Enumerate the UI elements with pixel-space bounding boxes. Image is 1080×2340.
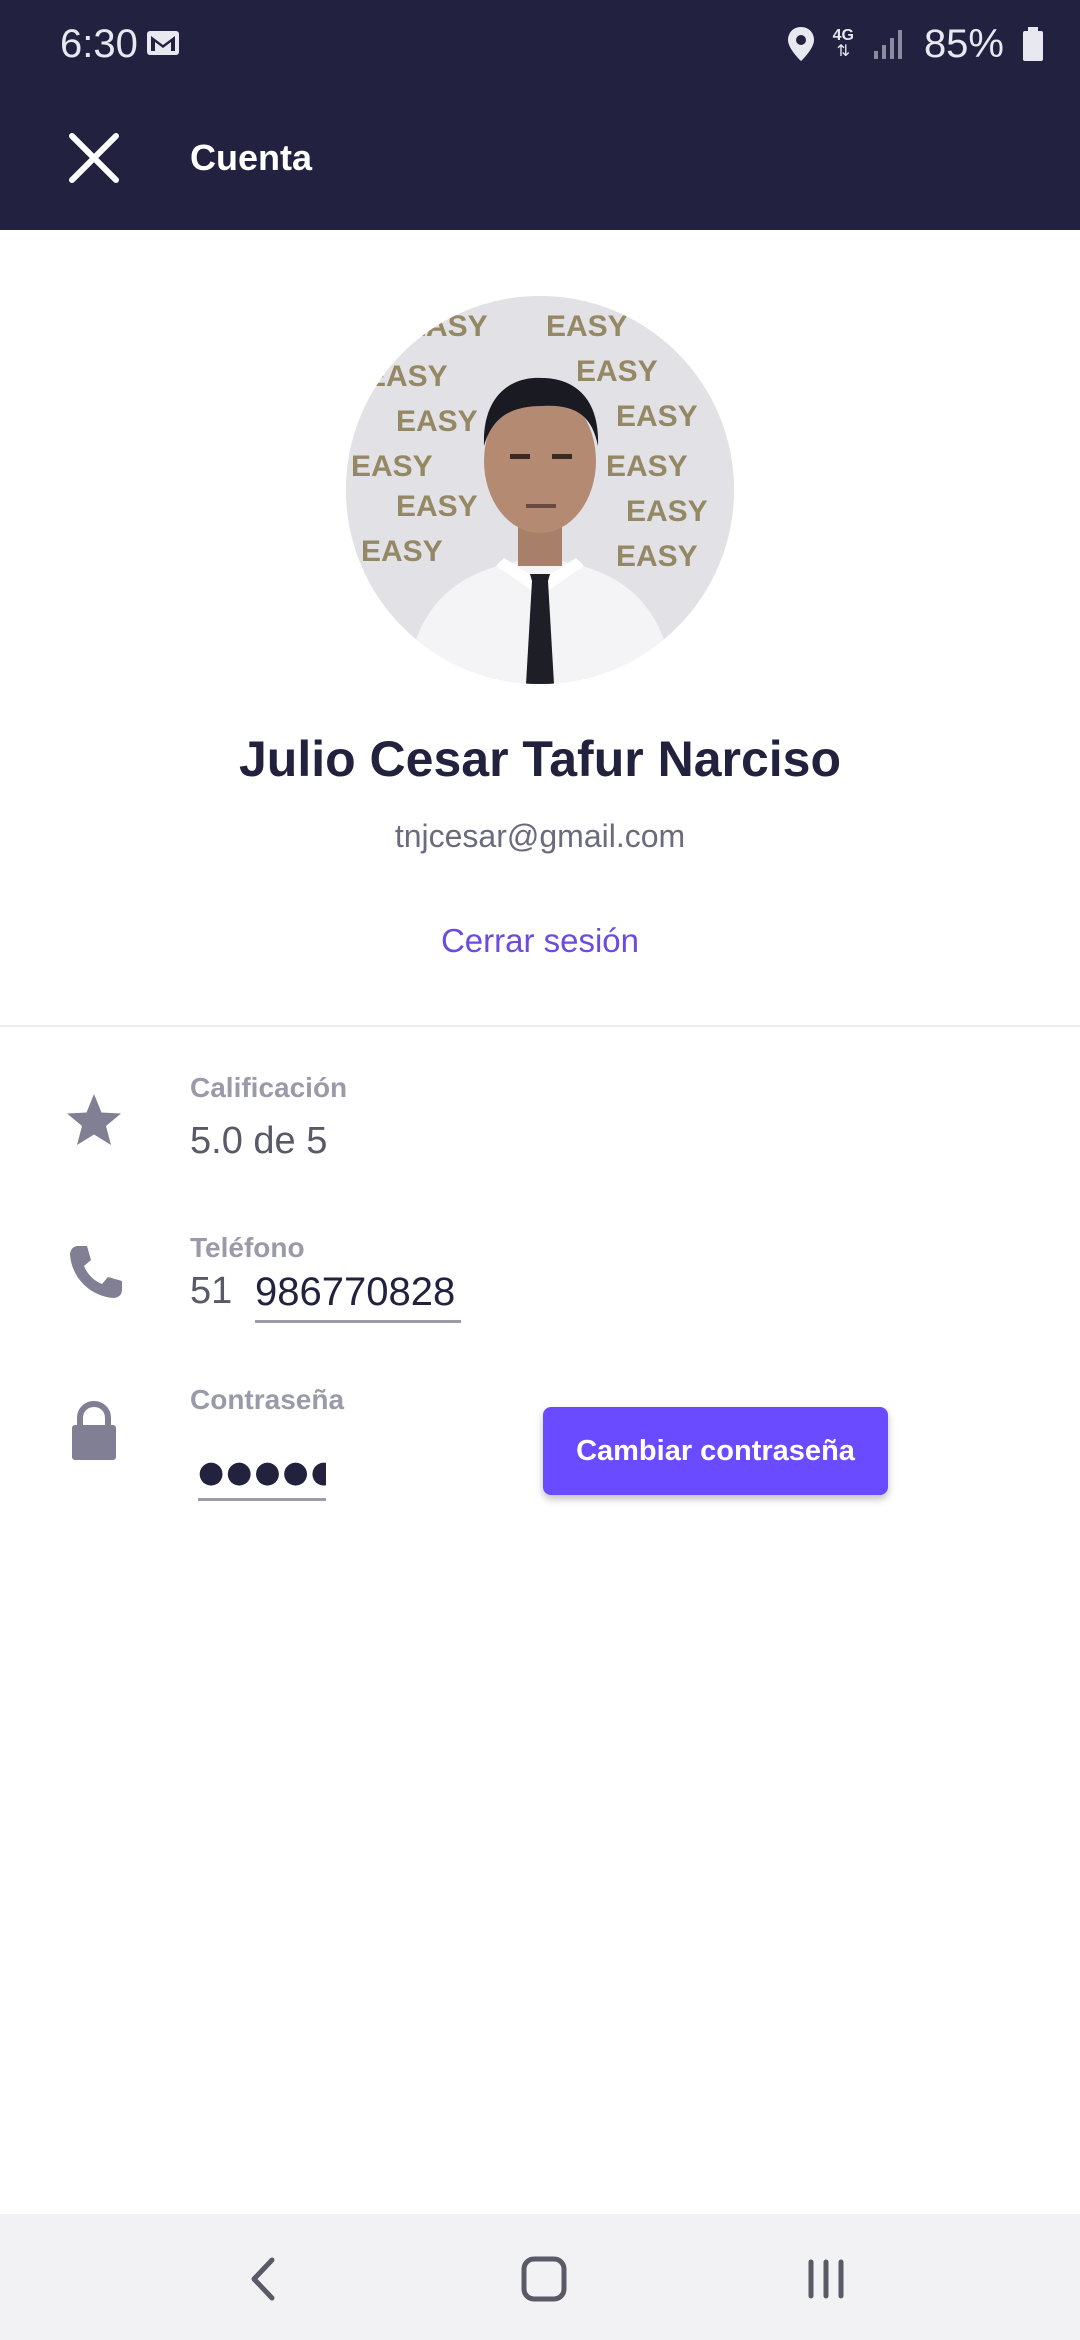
logout-link[interactable]: Cerrar sesión	[0, 922, 1080, 960]
divider	[0, 1025, 1080, 1027]
user-name: Julio Cesar Tafur Narciso	[238, 731, 842, 787]
lock-icon	[72, 1400, 116, 1460]
avatar-bg-text: EASY	[616, 400, 698, 433]
phone-label: Teléfono	[190, 1232, 305, 1263]
app-header: 6:30 4G ⇅ 85% Cuenta	[0, 0, 1080, 230]
avatar-bg-text: EASY	[616, 540, 698, 573]
avatar-bg-text: EASY	[396, 490, 478, 523]
battery-icon	[1023, 27, 1043, 61]
password-input[interactable]	[198, 1446, 326, 1501]
page-title: Cuenta	[190, 137, 313, 178]
star-icon	[67, 1094, 121, 1145]
avatar-bg-text: EASY	[361, 535, 443, 568]
avatar-image: EASY EASY EASY EASY EASY EASY EASY EASY …	[346, 296, 734, 684]
status-time: 6:30	[60, 22, 138, 66]
avatar-bg-text: EASY	[351, 450, 433, 483]
recents-icon	[808, 2259, 844, 2299]
location-icon	[787, 27, 814, 61]
avatar-bg-text: EASY	[396, 405, 478, 438]
network-indicator: 4G ⇅	[833, 28, 854, 60]
phone-input[interactable]	[255, 1264, 461, 1323]
recents-button[interactable]	[786, 2244, 866, 2314]
status-icons: 4G ⇅ 85%	[787, 18, 1044, 70]
phone-icon	[70, 1246, 122, 1298]
password-label: Contraseña	[190, 1384, 345, 1415]
avatar-bg-text: EASY	[576, 355, 658, 388]
mail-icon	[147, 31, 179, 55]
signal-icon	[873, 30, 902, 59]
close-icon[interactable]	[66, 130, 122, 186]
rating-value: 5.0 de 5	[190, 1120, 328, 1162]
avatar-bg-text: EASY	[546, 310, 628, 343]
data-arrows-icon: ⇅	[836, 43, 850, 60]
user-email: tnjcesar@gmail.com	[394, 818, 686, 854]
home-icon	[521, 2256, 567, 2302]
phone-country-code: 51	[190, 1270, 233, 1312]
avatar-bg-text: EASY	[606, 450, 688, 483]
change-password-button[interactable]: Cambiar contraseña	[543, 1407, 888, 1495]
avatar-bg-text: EASY	[406, 310, 488, 343]
network-type: 4G	[832, 27, 854, 44]
system-nav-bar	[0, 2214, 1080, 2340]
back-button[interactable]	[222, 2244, 302, 2314]
rating-label: Calificación	[190, 1072, 348, 1103]
home-button[interactable]	[504, 2244, 584, 2314]
back-icon	[251, 2257, 275, 2301]
avatar-bg-text: EASY	[626, 495, 708, 528]
avatar[interactable]: EASY EASY EASY EASY EASY EASY EASY EASY …	[346, 296, 734, 684]
battery-percent: 85%	[923, 22, 1004, 66]
avatar-bg-text: EASY	[366, 360, 448, 393]
